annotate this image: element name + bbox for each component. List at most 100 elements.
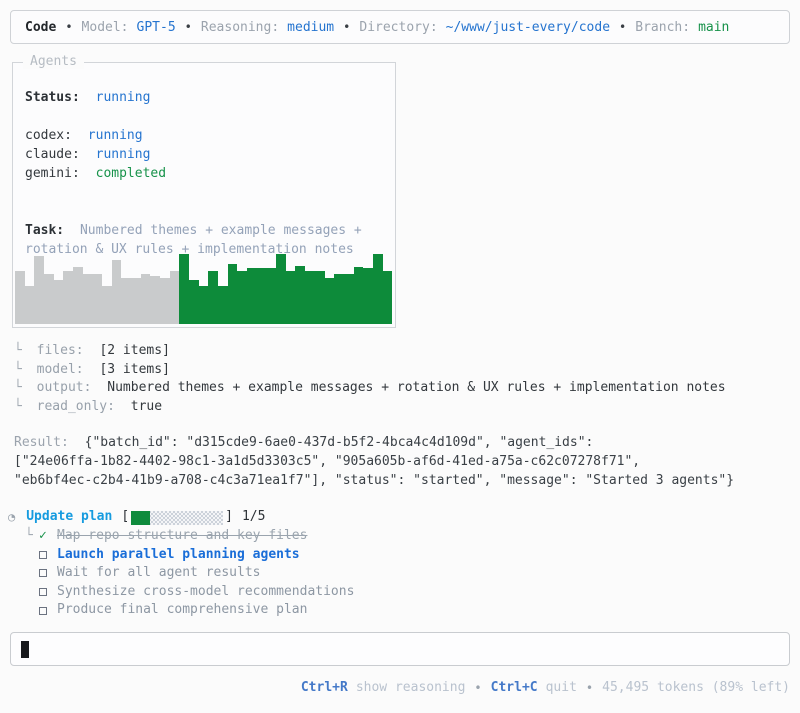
task-text-line1: Numbered themes + example messages +	[79, 223, 362, 238]
terminal-screen: Code • Model: GPT-5 • Reasoning: medium …	[0, 0, 800, 713]
plan-item-text: Produce final comprehensive plan	[57, 602, 308, 618]
tool-result: Result: {"batch_id": "d315cde9-6ae0-437d…	[14, 433, 786, 491]
activity-bar	[256, 267, 267, 324]
text-cursor	[21, 640, 29, 658]
task-label: Task:	[25, 223, 65, 238]
check-icon: ✓	[39, 528, 47, 543]
param-value: [3 items]	[99, 361, 170, 377]
activity-bar	[189, 280, 199, 324]
plan-item-text: Map repo structure and key files	[57, 528, 308, 543]
param-key: read_only:	[36, 399, 115, 415]
activity-bar	[53, 280, 64, 324]
agents-panel-content: Status: running codex: running claude: r…	[13, 63, 395, 259]
plan-item-text: Launch parallel planning agents	[57, 546, 300, 562]
activity-bar	[63, 271, 74, 324]
activity-bar	[15, 271, 25, 324]
agent-row: claude: running	[25, 145, 395, 164]
result-json-line: "eb6bf4ec-c2b4-41b9-a708-c4c3a71ea1f7"],…	[14, 473, 735, 489]
activity-bar	[111, 259, 122, 324]
activity-bar	[295, 265, 306, 324]
agents-status-row: Status: running	[25, 88, 395, 107]
activity-bar	[218, 286, 228, 324]
agent-name: claude:	[25, 147, 80, 162]
footer-hints: Ctrl+R show reasoning • Ctrl+C quit • 45…	[301, 678, 790, 698]
activity-bar	[353, 267, 364, 324]
plan-item-pending: Wait for all agent results	[25, 564, 354, 583]
command-input[interactable]	[10, 632, 790, 666]
tree-branch-icon: └	[14, 380, 22, 396]
agent-row: gemini: completed	[25, 164, 395, 183]
activity-bar	[179, 253, 190, 324]
param-value: true	[130, 399, 163, 415]
agents-panel-title: Agents	[23, 54, 84, 69]
plan-item-active: Launch parallel planning agents	[25, 546, 354, 565]
blank-row	[25, 202, 395, 221]
activity-bar	[237, 271, 248, 324]
activity-bar	[24, 286, 35, 324]
activity-bar	[227, 264, 238, 324]
activity-bar	[160, 278, 170, 324]
param-row: └ read_only: true	[14, 398, 726, 417]
activity-bar	[44, 274, 54, 324]
activity-bar	[82, 274, 93, 324]
branch-value: main	[698, 19, 730, 35]
bullet-separator-icon: •	[65, 20, 73, 34]
plan-item-pending: Synthesize cross-model recommendations	[25, 583, 354, 602]
plan-item-pending: Produce final comprehensive plan	[25, 601, 354, 620]
result-json-line: ["24e06ffa-1b82-4402-98c1-3a1d5d3303c5",…	[14, 454, 641, 470]
progress-bracket-open: [	[121, 509, 130, 524]
directory-value: ~/www/just-every/code	[445, 19, 611, 35]
plan-item-done: └ ✓ Map repo structure and key files	[25, 527, 354, 546]
tree-branch-icon: └	[25, 528, 33, 543]
activity-bar	[131, 278, 141, 324]
activity-bar	[363, 267, 373, 324]
checkbox-icon	[39, 550, 55, 559]
activity-bar	[140, 274, 151, 324]
activity-bar	[324, 278, 335, 324]
reasoning-label: Reasoning:	[200, 19, 280, 35]
agent-row: codex: running	[25, 126, 395, 145]
activity-bar	[34, 256, 45, 324]
plan-progress-fill	[131, 511, 150, 525]
param-row: └ output: Numbered themes + example mess…	[14, 379, 726, 398]
model-value: GPT-5	[136, 19, 176, 35]
activity-bar	[121, 278, 132, 324]
app-title: Code	[25, 19, 57, 35]
activity-bar	[285, 271, 296, 324]
directory-label: Directory:	[359, 19, 438, 35]
activity-bar	[266, 267, 277, 324]
tree-branch-icon: └	[14, 399, 22, 415]
hotkey-quit: Ctrl+C	[490, 680, 538, 695]
session-header: Code • Model: GPT-5 • Reasoning: medium …	[10, 10, 790, 44]
param-row: └ files: [2 items]	[14, 342, 726, 361]
tree-branch-icon: └	[14, 361, 22, 377]
param-key: files:	[36, 343, 84, 358]
activity-bar	[198, 286, 209, 324]
task-row: Task: Numbered themes + example messages…	[25, 221, 395, 240]
param-row: └ model: [3 items]	[14, 361, 726, 380]
plan-progress-bar	[131, 511, 224, 525]
result-label: Result:	[14, 435, 69, 450]
agent-name: codex:	[25, 128, 72, 143]
hotkey-show-reasoning-label: show reasoning	[355, 680, 466, 695]
activity-bar	[169, 271, 180, 324]
param-value: [2 items]	[99, 343, 170, 358]
activity-bar	[314, 271, 325, 324]
activity-bar	[102, 286, 112, 324]
plan-item-text: Synthesize cross-model recommendations	[57, 583, 355, 599]
hotkey-show-reasoning: Ctrl+R	[300, 680, 348, 695]
checkbox-icon	[39, 606, 55, 615]
bullet-separator-icon: •	[619, 20, 627, 34]
bullet-separator-icon: •	[184, 20, 192, 34]
blank-row	[25, 107, 395, 126]
bullet-separator-icon: •	[474, 681, 482, 695]
plan-progress-count: 1/5	[241, 509, 266, 524]
hotkey-quit-label: quit	[545, 680, 577, 695]
agent-state: running	[87, 128, 143, 143]
branch-label: Branch:	[635, 19, 691, 35]
tool-params: └ files: [2 items] └ model: [3 items] └ …	[14, 342, 726, 417]
activity-bar	[73, 267, 83, 324]
token-usage: 45,495 tokens (89% left)	[602, 680, 790, 695]
plan-checklist: └ ✓ Map repo structure and key files Lau…	[25, 527, 354, 620]
status-value: running	[95, 90, 151, 105]
